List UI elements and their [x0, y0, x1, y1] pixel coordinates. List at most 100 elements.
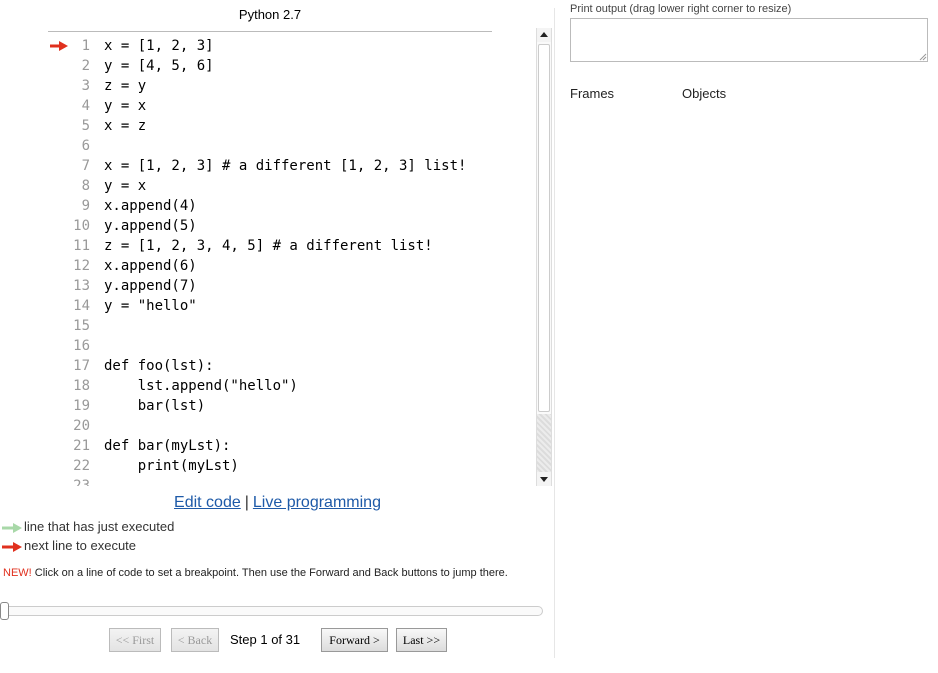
back-button[interactable]: < Back	[171, 628, 219, 652]
code-text: def foo(lst):	[104, 358, 214, 374]
line-number: 20	[73, 418, 90, 434]
code-line[interactable]: 13 y.append(7)	[48, 276, 535, 296]
code-text: y = [4, 5, 6]	[104, 58, 214, 74]
line-number: 1	[81, 38, 90, 54]
code-listing: 1 x = [1, 2, 3] 2 y = [4, 5, 6] 3 z = y 4 y = x…	[48, 36, 535, 486]
code-text: x.append(4)	[104, 198, 197, 214]
next-line-arrow-icon	[50, 41, 68, 51]
resize-handle-icon[interactable]	[919, 53, 927, 61]
gutter-arrow-cell	[48, 136, 70, 156]
slider-handle[interactable]	[0, 602, 9, 620]
line-number: 7	[81, 158, 90, 174]
code-line[interactable]: 4 y = x	[48, 96, 535, 116]
legend-executed-label: line that has just executed	[24, 519, 175, 534]
line-number: 19	[73, 398, 90, 414]
gutter-arrow-cell	[48, 236, 70, 256]
line-number: 17	[73, 358, 90, 374]
breakpoint-note-text: Click on a line of code to set a breakpo…	[31, 567, 508, 579]
line-number: 5	[81, 118, 90, 134]
gutter-arrow-cell	[48, 256, 70, 276]
code-line[interactable]: 6	[48, 136, 535, 156]
code-line[interactable]: 17 def foo(lst):	[48, 356, 535, 376]
code-line[interactable]: 11 z = [1, 2, 3, 4, 5] # a different list…	[48, 236, 535, 256]
code-text: y = x	[104, 98, 147, 114]
edit-code-link[interactable]: Edit code	[174, 494, 241, 511]
code-text: y = "hello"	[104, 298, 197, 314]
last-button[interactable]: Last >>	[396, 628, 447, 652]
forward-button[interactable]: Forward >	[321, 628, 388, 652]
editor-links: Edit code | Live programming	[0, 494, 555, 512]
scroll-track[interactable]	[537, 42, 551, 414]
code-line[interactable]: 15	[48, 316, 535, 336]
code-text: y.append(5)	[104, 218, 197, 234]
link-separator: |	[244, 494, 249, 511]
code-text: def bar(myLst):	[104, 438, 231, 454]
code-line[interactable]: 5 x = z	[48, 116, 535, 136]
code-line[interactable]: 8 y = x	[48, 176, 535, 196]
code-line[interactable]: 1 x = [1, 2, 3]	[48, 36, 535, 56]
code-line[interactable]: 19 bar(lst)	[48, 396, 535, 416]
gutter-arrow-cell	[48, 356, 70, 376]
code-text: x = [1, 2, 3]	[104, 38, 214, 54]
breakpoint-note: NEW! Click on a line of code to set a br…	[3, 566, 523, 580]
gutter-arrow-cell	[48, 36, 70, 56]
gutter-arrow-cell	[48, 196, 70, 216]
scroll-track-lower[interactable]	[537, 414, 551, 472]
gutter-arrow-cell	[48, 176, 70, 196]
line-number: 6	[81, 138, 90, 154]
line-number: 18	[73, 378, 90, 394]
gutter-arrow-cell	[48, 76, 70, 96]
code-line[interactable]: 3 z = y	[48, 76, 535, 96]
live-programming-link[interactable]: Live programming	[253, 494, 381, 511]
panel-divider	[554, 8, 555, 658]
code-line[interactable]: 22 print(myLst)	[48, 456, 535, 476]
first-button[interactable]: << First	[109, 628, 161, 652]
gutter-arrow-cell	[48, 156, 70, 176]
code-line[interactable]: 2 y = [4, 5, 6]	[48, 56, 535, 76]
gutter-arrow-cell	[48, 216, 70, 236]
gutter-arrow-cell	[48, 56, 70, 76]
line-number: 9	[81, 198, 90, 214]
gutter-arrow-cell	[48, 376, 70, 396]
gutter-arrow-cell	[48, 416, 70, 436]
gutter-arrow-cell	[48, 316, 70, 336]
legend-next: next line to execute	[2, 537, 136, 555]
green-arrow-icon	[2, 522, 22, 533]
scroll-down-button[interactable]	[537, 472, 551, 486]
line-number: 3	[81, 78, 90, 94]
gutter-arrow-cell	[48, 296, 70, 316]
gutter-arrow-cell	[48, 276, 70, 296]
title-divider	[48, 31, 492, 32]
code-text: lst.append("hello")	[104, 378, 298, 394]
code-text: y.append(7)	[104, 278, 197, 294]
code-line[interactable]: 20	[48, 416, 535, 436]
language-title: Python 2.7	[238, 7, 302, 22]
line-number: 15	[73, 318, 90, 334]
frames-header: Frames	[570, 86, 615, 101]
line-number: 12	[73, 258, 90, 274]
code-line[interactable]: 23	[48, 476, 535, 486]
new-badge: NEW!	[3, 567, 32, 579]
code-text: y = x	[104, 178, 147, 194]
code-line[interactable]: 12 x.append(6)	[48, 256, 535, 276]
red-arrow-icon	[2, 541, 22, 552]
line-number: 2	[81, 58, 90, 74]
line-number: 14	[73, 298, 90, 314]
code-line[interactable]: 14 y = "hello"	[48, 296, 535, 316]
code-scrollbar[interactable]	[536, 28, 552, 486]
print-output-box[interactable]	[570, 18, 928, 62]
code-line[interactable]: 18 lst.append("hello")	[48, 376, 535, 396]
code-line[interactable]: 9 x.append(4)	[48, 196, 535, 216]
code-line[interactable]: 7 x = [1, 2, 3] # a different [1, 2, 3] l…	[48, 156, 535, 176]
code-line[interactable]: 10 y.append(5)	[48, 216, 535, 236]
line-number: 8	[81, 178, 90, 194]
code-line[interactable]: 16	[48, 336, 535, 356]
code-text: bar(lst)	[104, 398, 206, 414]
code-line[interactable]: 21 def bar(myLst):	[48, 436, 535, 456]
execution-slider[interactable]	[0, 602, 543, 620]
line-number: 11	[73, 238, 90, 254]
scroll-thumb[interactable]	[538, 44, 550, 412]
gutter-arrow-cell	[48, 96, 70, 116]
scroll-up-button[interactable]	[537, 28, 551, 42]
legend-next-label: next line to execute	[24, 538, 137, 553]
